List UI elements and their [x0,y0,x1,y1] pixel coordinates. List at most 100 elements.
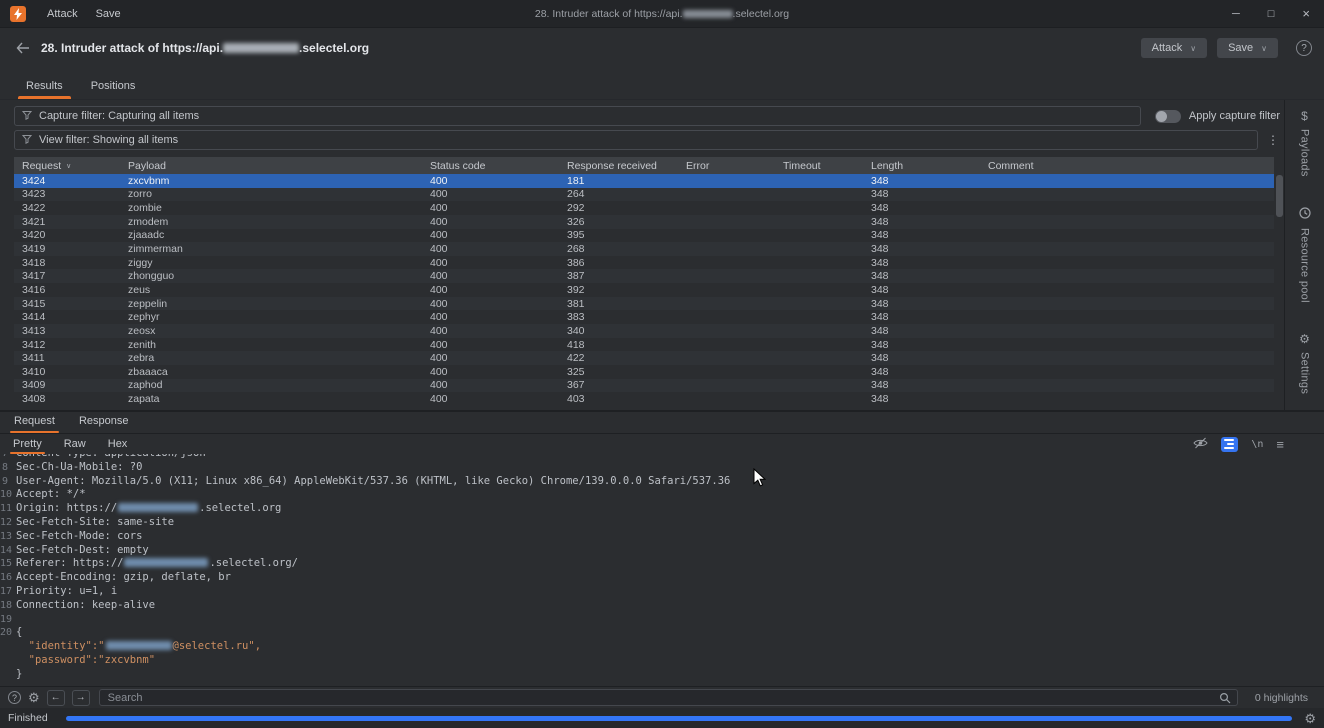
cell-status-code: 400 [430,311,448,324]
column-header-response-received[interactable]: Response received [559,160,678,172]
column-header-request[interactable]: Request ∨ [14,160,120,172]
table-row[interactable]: 3421 zmodem 400 326 348 [14,214,1274,229]
cell-response-received: 292 [567,202,585,215]
cell-response-received: 395 [567,229,585,242]
cell-status-code: 400 [430,297,448,310]
cell-length: 348 [871,338,889,351]
cell-payload: zxcvbnm [128,174,170,187]
table-row[interactable]: 3413 zeosx 400 340 348 [14,324,1274,338]
column-header-comment[interactable]: Comment [980,160,1274,172]
column-header-status-code[interactable]: Status code [422,160,559,172]
kebab-menu-icon[interactable]: ⋮ [1266,133,1280,147]
search-help-icon[interactable]: ? [8,691,21,704]
previous-match-button[interactable]: ← [46,689,65,706]
table-row[interactable]: 3415 zeppelin 400 381 348 [14,296,1274,311]
redacted-text [118,503,199,513]
table-row[interactable]: 3412 zenith 400 418 348 [14,338,1274,352]
tab-request[interactable]: Request [2,411,67,433]
tab-response[interactable]: Response [67,411,141,433]
table-row[interactable]: 3414 zephyr 400 383 348 [14,310,1274,324]
tab-pretty[interactable]: Pretty [2,434,53,454]
dock-label: Resource pool [1298,227,1311,303]
next-match-button[interactable]: → [71,689,90,706]
search-settings-gear-icon[interactable]: ⚙ [28,691,40,704]
dock-label: Payloads [1298,129,1311,177]
table-row[interactable]: 3418 ziggy 400 386 348 [14,256,1274,270]
show-newlines-icon[interactable]: \n [1251,439,1263,450]
code-segment: Sec-Fetch-Mode: cors [16,529,143,542]
table-row[interactable]: 3411 zebra 400 422 348 [14,351,1274,365]
table-row[interactable]: 3424 zxcvbnm 400 181 348 [14,174,1274,188]
attack-button[interactable]: Attack ∨ [1140,38,1208,58]
cell-request: 3418 [22,256,46,269]
status-settings-gear-icon[interactable]: ⚙ [1304,712,1316,725]
tab-hex[interactable]: Hex [97,434,139,454]
apply-capture-filter: Apply capture filter [1154,109,1280,123]
cell-request: 3414 [22,311,46,324]
table-scrollbar[interactable] [1276,174,1283,406]
minimize-button[interactable]: ─ [1232,8,1240,20]
code-line: 13 Sec-Fetch-Mode: cors [0,530,1324,544]
tab-raw[interactable]: Raw [53,434,97,454]
search-input[interactable] [98,689,1238,706]
window-title-prefix: 28. Intruder attack of https://api. [534,7,683,20]
line-number: 14 [0,544,13,556]
back-button[interactable] [12,37,34,59]
cell-length: 348 [871,297,889,310]
scrollbar-thumb[interactable] [1276,175,1283,217]
table-row[interactable]: 3417 zhongguo 400 387 348 [14,269,1274,284]
table-row[interactable]: 3420 zjaaadc 400 395 348 [14,229,1274,243]
column-header-length[interactable]: Length [863,160,980,172]
table-row[interactable]: 3408 zapata 400 403 348 [14,392,1274,406]
cell-response-received: 418 [567,338,585,351]
dock-label: Settings [1298,351,1311,394]
dock-item-resource-pool[interactable]: Resource pool [1299,207,1311,303]
table-row[interactable]: 3416 zeus 400 392 348 [14,283,1274,297]
line-number: 12 [0,516,13,528]
column-header-error[interactable]: Error [678,160,775,172]
dock-item-settings[interactable]: ⚙ Settings [1299,333,1311,394]
tab-results[interactable]: Results [12,73,77,99]
code-segment: { [16,626,23,639]
hide-matches-eye-icon[interactable] [1193,437,1208,452]
close-button[interactable]: × [1302,6,1310,21]
request-editor[interactable]: 7Content-Type: application/json8Sec-Ch-U… [0,454,1324,686]
table-row[interactable]: 3419 zimmerman 400 268 348 [14,242,1274,256]
pretty-print-active-icon[interactable] [1221,436,1239,452]
attack-header: 28. Intruder attack of https://api. .sele… [0,28,1324,68]
window-title-suffix: .selectel.org [732,7,790,20]
view-filter-bar[interactable]: View filter: Showing all items [14,130,1258,150]
capture-filter-bar[interactable]: Capture filter: Capturing all items [14,106,1141,126]
column-header-timeout[interactable]: Timeout [775,160,863,172]
tab-positions[interactable]: Positions [77,73,150,99]
help-icon[interactable]: ? [1296,40,1312,56]
maximize-button[interactable]: □ [1268,8,1275,20]
cell-response-received: 326 [567,215,585,228]
editor-menu-icon[interactable]: ≡ [1276,437,1284,452]
column-header-payload[interactable]: Payload [120,160,422,172]
code-segment: Accept-Encoding: gzip, deflate, br [16,571,231,584]
dock-item-payloads[interactable]: $ Payloads [1299,110,1311,177]
menu-attack[interactable]: Attack [38,8,87,20]
results-content: Capture filter: Capturing all items Appl… [0,100,1284,410]
cell-response-received: 422 [567,352,585,365]
save-button[interactable]: Save ∨ [1217,38,1278,58]
redacted-text [223,43,300,53]
code-line: "password":"zxcvbnm" [0,654,1324,668]
menu-save[interactable]: Save [87,8,130,20]
table-row[interactable]: 3409 zaphod 400 367 348 [14,378,1274,393]
table-row[interactable]: 3423 zorro 400 264 348 [14,187,1274,202]
code-text: { [16,626,22,640]
line-number: 17 [0,585,13,597]
cell-length: 348 [871,174,889,187]
table-row[interactable]: 3422 zombie 400 292 348 [14,201,1274,215]
line-number [0,668,16,682]
cell-response-received: 325 [567,365,585,378]
cell-length: 348 [871,229,889,242]
capture-filter-toggle[interactable] [1154,109,1181,123]
code-text: Sec-Ch-Ua-Mobile: ?0 [16,461,142,475]
table-row[interactable]: 3410 zbaaaca 400 325 348 [14,365,1274,379]
cell-request: 3419 [22,243,46,256]
redacted-text [105,641,172,651]
search-field-wrap [98,689,1238,706]
